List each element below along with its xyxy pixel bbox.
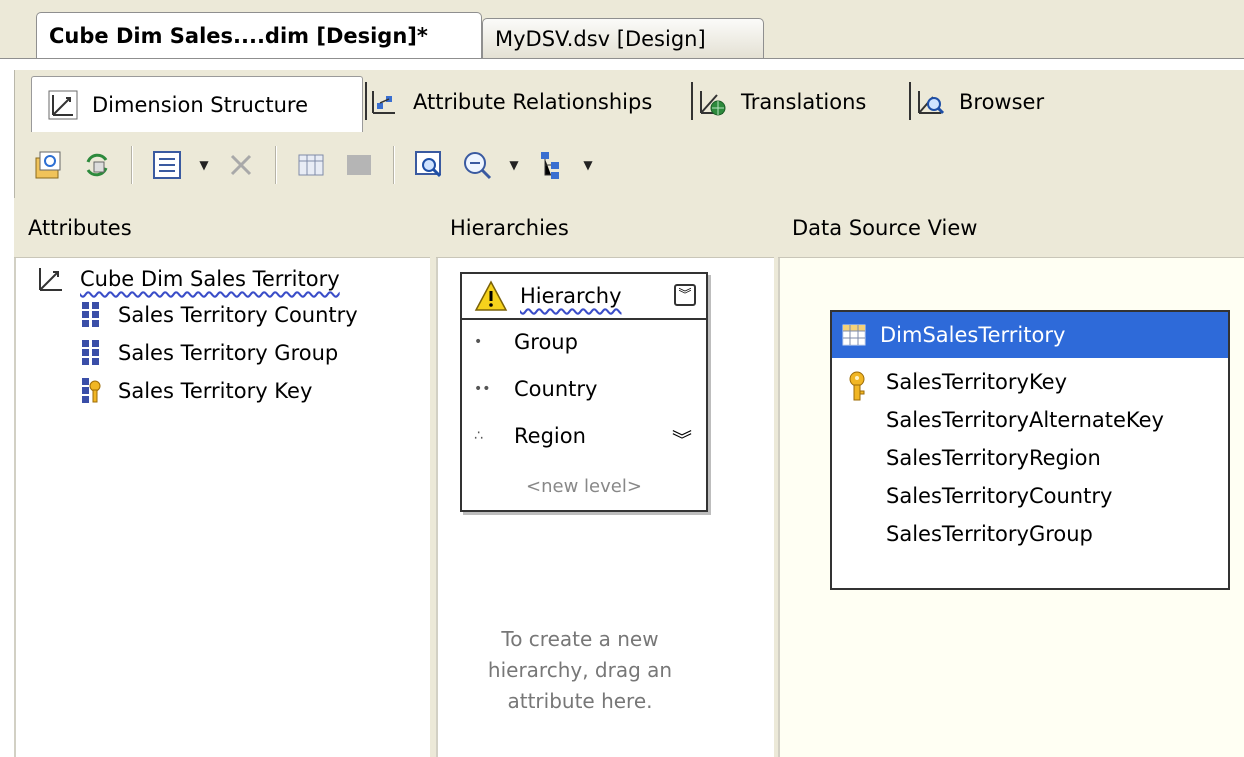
show-table-button[interactable] [291,145,331,185]
data-source-view-pane: Data Source View DimSalesTerritory Sales… [778,198,1244,757]
attribute-label: Sales Territory Country [118,303,358,327]
doc-tab-label: Cube Dim Sales....dim [Design]* [49,23,428,48]
dsv-table-name: DimSalesTerritory [880,323,1066,347]
disabled-view-button[interactable] [339,145,379,185]
attributes-pane: Attributes Cube Dim Sales Territory Sale… [14,198,430,757]
arrange-tables-icon [541,152,559,179]
level-marker-icon: • [474,334,483,350]
arrange-dropdown[interactable]: ▼ [579,145,597,185]
dsv-table-dimsalesterritory[interactable]: DimSalesTerritory SalesTerritoryKey Sale… [830,310,1230,590]
primary-key-icon [849,371,865,401]
key-attribute-icon [82,378,101,403]
level-label: Group [514,330,578,354]
chevron-double-down-icon[interactable]: ︾ [672,424,692,453]
hierarchy-box[interactable]: Hierarchy ︾ • Group •• Country ∴ Region … [460,272,708,512]
document-tab-strip: Cube Dim Sales....dim [Design]* MyDSV.ds… [0,0,1244,58]
doc-tab-label: MyDSV.dsv [Design] [495,26,706,51]
browser-icon [918,91,945,115]
dimension-icon [39,268,62,291]
toolbar-separator [393,146,395,184]
dsv-table-header[interactable]: DimSalesTerritory [832,312,1228,358]
dsv-diagram[interactable]: DimSalesTerritory SalesTerritoryKey Sale… [778,258,1244,757]
level-label: Region [514,424,586,448]
attributes-pane-title: Attributes [14,198,430,258]
tab-translations[interactable]: Translations [697,78,866,126]
reconnect-button[interactable] [77,145,117,185]
find-table-button[interactable] [409,145,449,185]
dsv-column[interactable]: SalesTerritoryCountry [886,484,1112,508]
attribute-item[interactable]: Sales Territory Group [80,338,338,368]
designer-toolbar: ▼ ▼ ▼ [14,132,1244,198]
hierarchy-level-group[interactable]: • Group [474,330,578,354]
delete-icon [230,154,252,176]
level-label: Country [514,377,598,401]
list-view-icon [153,151,181,179]
designer-tab-strip: Dimension Structure Attribute Relationsh… [14,70,1244,132]
doc-tab-dsv-design[interactable]: MyDSV.dsv [Design] [482,18,764,58]
show-list-button[interactable] [147,145,187,185]
toolbar-separator [131,146,133,184]
tab-attribute-relationships[interactable]: Attribute Relationships [369,78,652,126]
hierarchy-header[interactable]: Hierarchy [462,274,706,320]
zoom-dropdown[interactable]: ▼ [505,145,523,185]
dsv-column[interactable]: SalesTerritoryGroup [886,522,1093,546]
attribute-icon [82,340,99,365]
attribute-icon [82,302,99,327]
delete-button[interactable] [221,145,261,185]
chevron-double-down-icon: ︾ [678,287,692,303]
reconnect-icon [86,153,108,177]
dsv-pane-title: Data Source View [778,198,1244,258]
dsv-column[interactable]: SalesTerritoryKey [886,370,1067,394]
dimension-structure-icon [48,90,78,119]
find-table-icon [415,151,442,178]
table-icon [298,154,324,176]
attribute-item[interactable]: Sales Territory Key [80,376,312,406]
tab-label: Browser [959,90,1045,114]
hierarchies-pane: Hierarchies Hierarchy ︾ • Group •• Count… [436,198,774,757]
show-list-dropdown[interactable]: ▼ [195,145,213,185]
hierarchies-pane-title: Hierarchies [436,198,774,258]
table-icon [842,324,866,346]
attribute-relationships-icon [372,91,395,114]
dimension-name: Cube Dim Sales Territory [80,267,340,291]
toolbar-separator [275,146,277,184]
tab-divider [691,82,693,120]
doc-tab-dimension-design[interactable]: Cube Dim Sales....dim [Design]* [36,12,482,58]
hierarchy-level-country[interactable]: •• Country [474,377,597,401]
tab-divider [365,82,367,120]
tab-dimension-structure[interactable]: Dimension Structure [31,76,363,132]
zoom-button[interactable] [457,145,497,185]
attribute-tree-root[interactable]: Cube Dim Sales Territory [36,264,340,294]
attribute-label: Sales Territory Key [118,379,313,403]
hierarchy-name: Hierarchy [520,284,622,308]
hierarchy-level-region[interactable]: ∴ Region [474,424,586,448]
dsv-column[interactable]: SalesTerritoryAlternateKey [886,408,1164,432]
attribute-item[interactable]: Sales Territory Country [80,300,358,330]
translations-icon [700,91,726,116]
gray-box-icon [347,155,371,175]
new-level-placeholder[interactable]: <new level> [462,476,706,497]
arrange-button[interactable] [531,145,571,185]
attributes-tree: Cube Dim Sales Territory Sales Territory… [14,258,430,757]
tab-label: Translations [741,90,867,114]
zoom-out-icon [464,152,492,180]
attribute-label: Sales Territory Group [118,341,339,365]
collapse-hierarchy-button[interactable]: ︾ [674,284,696,306]
create-hierarchy-hint: To create a new hierarchy, drag an attri… [487,627,673,713]
level-marker-icon: ∴ [474,428,483,444]
tab-divider [909,82,911,120]
dsv-column[interactable]: SalesTerritoryRegion [886,446,1101,470]
hierarchies-canvas[interactable]: Hierarchy ︾ • Group •• Country ∴ Region … [436,258,774,757]
tab-label: Attribute Relationships [413,90,653,114]
warning-icon [474,280,508,311]
tab-label: Dimension Structure [92,92,308,117]
tab-browser[interactable]: Browser [915,78,1044,126]
level-marker-icon: •• [474,381,491,397]
process-button[interactable] [29,145,69,185]
process-icon [35,151,61,179]
